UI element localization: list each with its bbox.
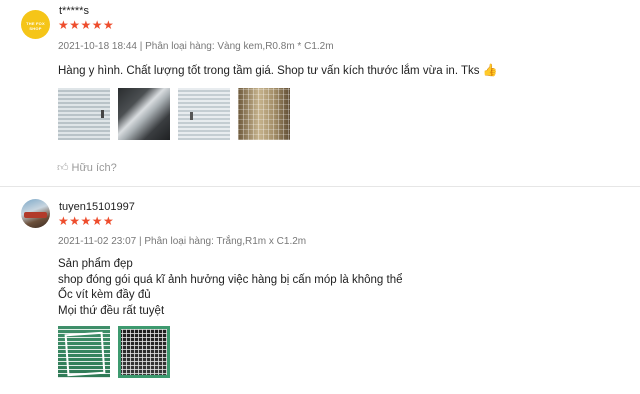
review-media xyxy=(58,326,170,378)
thumbs-up-emoji: 👍 xyxy=(482,63,498,77)
review-image-thumbnail[interactable] xyxy=(58,88,110,140)
review-text: Sản phẩm đẹp shop đóng gói quá kĩ ảnh hư… xyxy=(58,257,403,319)
review-meta: 2021-11-02 23:07 | Phân loại hàng: Trắng… xyxy=(58,236,307,247)
review-author: t*****s xyxy=(59,5,89,17)
avatar-logo-text: THE FOX SHOP xyxy=(26,21,45,31)
thumbs-up-icon: 👍︎ xyxy=(57,162,69,174)
avatar[interactable] xyxy=(21,199,50,228)
review-author: tuyen15101997 xyxy=(59,201,135,213)
review-image-thumbnail[interactable] xyxy=(238,88,290,140)
review-text-content: Hàng y hình. Chất lượng tốt trong tầm gi… xyxy=(58,65,480,77)
review-text-line: shop đóng gói quá kĩ ảnh hưởng việc hàng… xyxy=(58,273,403,286)
review-image-thumbnail[interactable] xyxy=(118,326,170,378)
helpful-button[interactable]: 👍︎ Hữu ích? xyxy=(57,161,117,175)
rating-stars: ★★★★★ xyxy=(58,18,115,32)
review-text-line: Mọi thứ đều rất tuyệt xyxy=(58,304,165,317)
avatar[interactable]: THE FOX SHOP xyxy=(21,10,50,39)
review-media xyxy=(58,88,290,140)
avatar-photo xyxy=(24,212,47,218)
review-image-thumbnail[interactable] xyxy=(118,88,170,140)
review-meta: 2021-10-18 18:44 | Phân loại hàng: Vàng … xyxy=(58,41,334,52)
review-item: THE FOX SHOP t*****s ★★★★★ 2021-10-18 18… xyxy=(0,0,640,187)
review-item: tuyen15101997 ★★★★★ 2021-11-02 23:07 | P… xyxy=(0,187,640,394)
review-text-line: Sản phẩm đẹp xyxy=(58,258,133,270)
review-image-thumbnail[interactable] xyxy=(58,326,110,378)
review-text-line: Ốc vít kèm đầy đủ xyxy=(58,289,151,301)
rating-stars: ★★★★★ xyxy=(58,214,115,228)
helpful-label: Hữu ích? xyxy=(71,161,117,174)
review-image-thumbnail[interactable] xyxy=(178,88,230,140)
review-text: Hàng y hình. Chất lượng tốt trong tầm gi… xyxy=(58,63,498,80)
